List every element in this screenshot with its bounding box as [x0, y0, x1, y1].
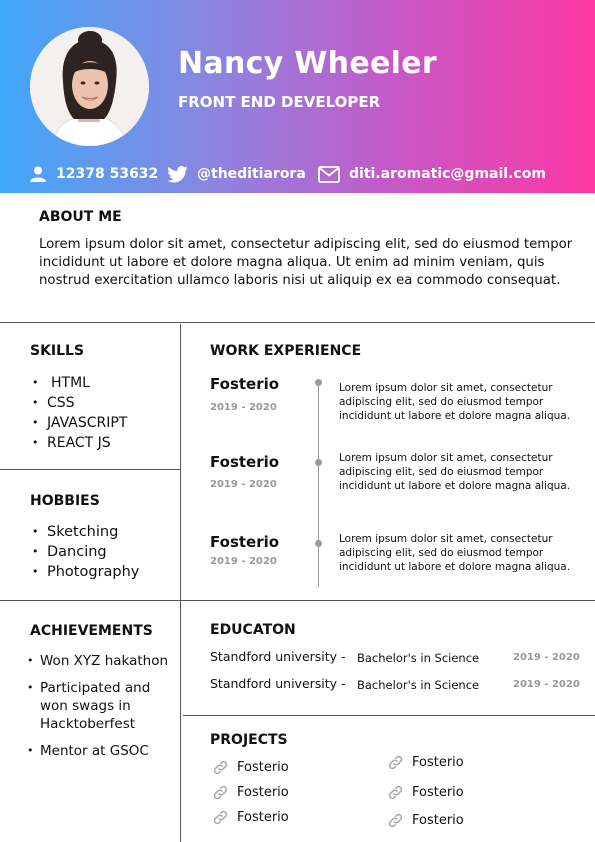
hobby-label: Sketching [47, 524, 119, 540]
timeline-dot [315, 540, 322, 547]
list-item: JAVASCRIPT [32, 413, 127, 433]
list-item: Participated and won swags in Hacktoberf… [27, 679, 170, 733]
project-item[interactable]: Fosterio [387, 784, 464, 801]
list-item: Photography [32, 562, 139, 582]
project-item[interactable]: Fosterio [387, 812, 464, 829]
link-icon [388, 755, 403, 770]
skill-label: HTML [51, 375, 90, 391]
divider-education [183, 715, 595, 716]
work-dates: 2019 - 2020 [210, 479, 277, 490]
contact-phone[interactable]: 12378 53632 [29, 163, 158, 185]
email-address: diti.aromatic@gmail.com [349, 166, 546, 182]
skills-title: SKILLS [30, 343, 85, 359]
about-title: ABOUT ME [39, 209, 122, 225]
work-company: Fosterio [210, 453, 280, 471]
header-banner: Nancy Wheeler FRONT END DEVELOPER 12378 … [0, 0, 595, 193]
link-icon [213, 760, 228, 775]
list-item: REACT JS [32, 433, 127, 453]
project-label: Fosterio [237, 785, 289, 800]
project-item[interactable]: Fosterio [212, 809, 289, 826]
work-title: WORK EXPERIENCE [210, 343, 362, 359]
list-item: Dancing [32, 542, 139, 562]
project-label: Fosterio [237, 810, 289, 825]
projects-title: PROJECTS [210, 732, 288, 748]
work-description: Lorem ipsum dolor sit amet, consectetur … [339, 533, 571, 573]
profile-photo [30, 27, 149, 146]
link-icon [388, 813, 403, 828]
timeline-dot [315, 379, 322, 386]
achievement-label: Mentor at GSOC [40, 743, 149, 759]
contact-twitter[interactable]: @theditiarora [167, 163, 306, 185]
link-icon [213, 785, 228, 800]
timeline-line [318, 382, 319, 587]
link-icon [388, 785, 403, 800]
hobby-label: Photography [47, 564, 140, 580]
achievements-list: Won XYZ hakathon Participated and won sw… [27, 652, 170, 760]
work-company: Fosterio [210, 375, 280, 393]
education-dates: 2019 - 2020 [513, 679, 580, 690]
list-item: HTML [32, 373, 127, 393]
work-company: Fosterio [210, 533, 280, 551]
job-title: FRONT END DEVELOPER [178, 93, 381, 111]
education-title: EDUCATON [210, 622, 296, 638]
education-university: Standford university - [210, 676, 346, 691]
link-icon [213, 810, 228, 825]
list-item: Sketching [32, 522, 139, 542]
divider-column [180, 324, 181, 842]
education-degree: Bachelor's in Science [357, 651, 480, 665]
mail-icon [318, 165, 340, 183]
divider-middle [0, 600, 595, 601]
achievement-label: Won XYZ hakathon [40, 653, 169, 669]
project-label: Fosterio [412, 813, 464, 828]
contact-email[interactable]: diti.aromatic@gmail.com [318, 163, 546, 185]
skills-list: HTML CSS JAVASCRIPT REACT JS [32, 373, 127, 453]
project-item[interactable]: Fosterio [212, 784, 289, 801]
candidate-name: Nancy Wheeler [178, 46, 437, 81]
about-text: Lorem ipsum dolor sit amet, consectetur … [39, 237, 573, 288]
skill-label: CSS [47, 395, 75, 411]
achievement-label: Participated and won swags in Hacktoberf… [40, 680, 151, 732]
list-item: Mentor at GSOC [27, 742, 170, 760]
hobbies-title: HOBBIES [30, 493, 100, 509]
work-description: Lorem ipsum dolor sit amet, consectetur … [339, 452, 571, 492]
list-item: CSS [32, 393, 127, 413]
work-description: Lorem ipsum dolor sit amet, consectetur … [339, 382, 571, 422]
achievements-title: ACHIEVEMENTS [30, 623, 153, 639]
divider-skills [0, 469, 180, 470]
project-label: Fosterio [237, 760, 289, 775]
project-label: Fosterio [412, 755, 464, 770]
twitter-handle: @theditiarora [197, 166, 306, 182]
project-item[interactable]: Fosterio [387, 754, 464, 771]
education-university: Standford university - [210, 649, 346, 664]
timeline-dot [315, 459, 322, 466]
hobbies-list: Sketching Dancing Photography [32, 522, 139, 582]
phone-number: 12378 53632 [56, 166, 159, 182]
education-dates: 2019 - 2020 [513, 652, 580, 663]
education-degree: Bachelor's in Science [357, 678, 480, 692]
hobby-label: Dancing [47, 544, 107, 560]
project-label: Fosterio [412, 785, 464, 800]
divider-about [0, 322, 595, 323]
person-icon [30, 166, 46, 182]
work-dates: 2019 - 2020 [210, 556, 277, 567]
twitter-icon [167, 165, 188, 182]
project-item[interactable]: Fosterio [212, 759, 289, 776]
skill-label: JAVASCRIPT [47, 415, 128, 431]
work-dates: 2019 - 2020 [210, 402, 277, 413]
list-item: Won XYZ hakathon [27, 652, 170, 670]
skill-label: REACT JS [47, 435, 111, 451]
